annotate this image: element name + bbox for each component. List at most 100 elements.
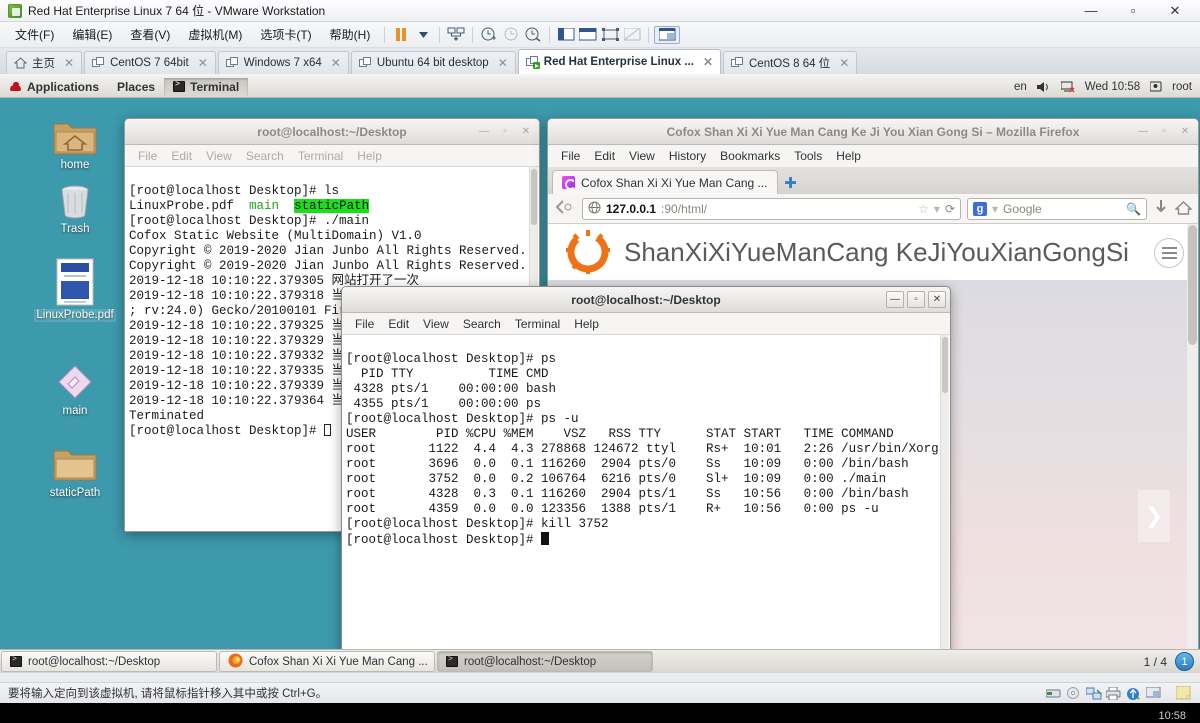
vm-tab-windows7[interactable]: Windows 7 x64 ✕	[217, 51, 349, 74]
desktop-icon-linuxprobe-pdf[interactable]: LinuxProbe.pdf	[27, 258, 123, 322]
menu-help[interactable]: Help	[829, 147, 868, 165]
url-bar[interactable]: 127.0.0.1:90/html/ ☆ ▾ ⟳	[582, 197, 961, 220]
terminal-front-output[interactable]: [root@localhost Desktop]# ps PID TTY TIM…	[342, 335, 950, 673]
terminal-front-title-bar[interactable]: root@localhost:~/Desktop — ▫ ✕	[342, 287, 950, 313]
user-icon[interactable]	[1150, 81, 1162, 93]
snapshot-manager-icon[interactable]	[445, 26, 467, 44]
menu-help[interactable]: Help	[567, 315, 606, 333]
vmware-menu-tabs[interactable]: 选项卡(T)	[251, 23, 320, 46]
network-icon[interactable]	[1060, 81, 1075, 93]
vm-tab-rhel[interactable]: Red Hat Enterprise Linux ... ✕	[517, 49, 721, 74]
clock[interactable]: Wed 10:58	[1085, 81, 1140, 93]
show-thumbnail-bar-icon[interactable]	[577, 26, 599, 44]
active-app-terminal[interactable]: Terminal	[164, 77, 249, 96]
show-library-icon[interactable]	[555, 26, 577, 44]
vm-tab-centos8[interactable]: CentOS 8 64 位 ✕	[723, 51, 858, 74]
firefox-page-scrollbar[interactable]	[1187, 224, 1198, 673]
scrollbar-thumb[interactable]	[1188, 225, 1197, 345]
menu-view[interactable]: View	[416, 315, 456, 333]
close-icon[interactable]: ✕	[198, 56, 208, 70]
menu-edit[interactable]: Edit	[381, 315, 416, 333]
close-icon[interactable]: ✕	[703, 55, 713, 69]
unity-mode-icon[interactable]	[621, 26, 643, 44]
network-icon[interactable]	[1085, 686, 1102, 700]
cd-icon[interactable]	[1065, 686, 1082, 700]
firefox-tab-cofox[interactable]: Cofox Shan Xi Xi Yue Man Cang ...	[552, 170, 778, 194]
vmware-menu-file[interactable]: 文件(F)	[6, 23, 63, 46]
applications-menu[interactable]: Applications	[0, 78, 108, 96]
terminal-window-front[interactable]: root@localhost:~/Desktop — ▫ ✕ File Edit…	[341, 286, 951, 673]
menu-file[interactable]: File	[131, 147, 164, 165]
desktop-icon-main[interactable]: main	[27, 354, 123, 418]
printer-icon[interactable]	[1105, 686, 1122, 700]
close-icon[interactable]: ✕	[64, 56, 74, 70]
console-view-icon[interactable]	[654, 25, 681, 44]
close-button[interactable]: ✕	[1176, 123, 1194, 140]
vm-tab-ubuntu[interactable]: Ubuntu 64 bit desktop ✕	[350, 51, 516, 74]
firefox-title-bar[interactable]: Cofox Shan Xi Xi Yue Man Cang Ke Ji You …	[548, 119, 1198, 145]
menu-file[interactable]: File	[348, 315, 381, 333]
vmware-minimize-button[interactable]: —	[1070, 0, 1112, 21]
note-icon[interactable]	[1175, 686, 1192, 700]
vmware-menu-help[interactable]: 帮助(H)	[321, 23, 380, 46]
chevron-down-icon[interactable]: ▾	[992, 202, 998, 216]
vmware-close-button[interactable]: ✕	[1154, 0, 1196, 21]
home-icon[interactable]	[1174, 200, 1193, 218]
close-icon[interactable]: ✕	[839, 56, 849, 70]
bookmark-star-icon[interactable]: ☆	[918, 202, 929, 216]
menu-bookmarks[interactable]: Bookmarks	[713, 147, 787, 165]
vmware-menu-vm[interactable]: 虚拟机(M)	[179, 23, 251, 46]
scrollbar-thumb[interactable]	[531, 169, 537, 225]
volume-icon[interactable]	[1036, 81, 1051, 93]
maximize-button[interactable]: ▫	[496, 123, 514, 140]
disk-icon[interactable]	[1045, 686, 1062, 700]
manage-snapshots-icon[interactable]	[522, 26, 544, 44]
take-snapshot-icon[interactable]	[478, 26, 500, 44]
display-icon[interactable]	[1145, 686, 1162, 700]
window-list-item-terminal-2[interactable]: root@localhost:~/Desktop	[437, 651, 653, 672]
workspace-switcher[interactable]: 1 / 4 1	[1144, 652, 1200, 671]
chevron-down-icon[interactable]: ▾	[934, 202, 940, 216]
menu-search[interactable]: Search	[456, 315, 508, 333]
search-bar[interactable]: g ▾ Google 🔍	[967, 197, 1147, 220]
search-engine-icon[interactable]: g	[973, 201, 987, 216]
vmware-maximize-button[interactable]: ▫	[1112, 0, 1154, 21]
desktop-icon-home[interactable]: home	[27, 108, 123, 172]
search-input-placeholder[interactable]: Google	[1003, 202, 1042, 216]
close-icon[interactable]: ✕	[498, 56, 508, 70]
back-forward-icon[interactable]	[554, 199, 576, 218]
vm-tab-home[interactable]: 主页 ✕	[6, 51, 83, 74]
carousel-next-button[interactable]: ❯	[1138, 490, 1170, 542]
revert-snapshot-icon[interactable]	[500, 26, 522, 44]
keyboard-layout-indicator[interactable]: en	[1014, 81, 1027, 93]
workspace-badge[interactable]: 1	[1175, 652, 1194, 671]
menu-tools[interactable]: Tools	[787, 147, 829, 165]
minimize-button[interactable]: —	[1134, 123, 1152, 140]
close-icon[interactable]: ✕	[331, 56, 341, 70]
menu-help[interactable]: Help	[350, 147, 389, 165]
menu-file[interactable]: File	[554, 147, 587, 165]
search-icon[interactable]: 🔍	[1126, 202, 1141, 216]
terminal-front-scrollbar[interactable]	[940, 335, 949, 673]
menu-terminal[interactable]: Terminal	[291, 147, 350, 165]
usb-icon[interactable]	[1125, 686, 1142, 700]
terminal-back-title-bar[interactable]: root@localhost:~/Desktop — ▫ ✕	[125, 119, 539, 145]
close-button[interactable]: ✕	[517, 123, 535, 140]
scrollbar-thumb[interactable]	[942, 337, 948, 393]
chevron-down-icon[interactable]	[412, 26, 434, 44]
menu-search[interactable]: Search	[239, 147, 291, 165]
menu-view[interactable]: View	[622, 147, 662, 165]
menu-history[interactable]: History	[662, 147, 713, 165]
close-button[interactable]: ✕	[928, 291, 946, 308]
hamburger-menu-icon[interactable]	[1154, 238, 1184, 268]
minimize-button[interactable]: —	[475, 123, 493, 140]
maximize-button[interactable]: ▫	[1155, 123, 1173, 140]
menu-terminal[interactable]: Terminal	[508, 315, 567, 333]
vmware-menu-edit[interactable]: 编辑(E)	[63, 23, 121, 46]
vm-tab-centos7[interactable]: CentOS 7 64bit ✕	[84, 51, 216, 74]
window-list-item-terminal-1[interactable]: root@localhost:~/Desktop	[1, 651, 217, 672]
desktop-icon-staticpath[interactable]: staticPath	[27, 436, 123, 500]
vmware-menu-view[interactable]: 查看(V)	[121, 23, 179, 46]
desktop-icon-trash[interactable]: Trash	[27, 172, 123, 236]
fullscreen-icon[interactable]	[599, 26, 621, 44]
